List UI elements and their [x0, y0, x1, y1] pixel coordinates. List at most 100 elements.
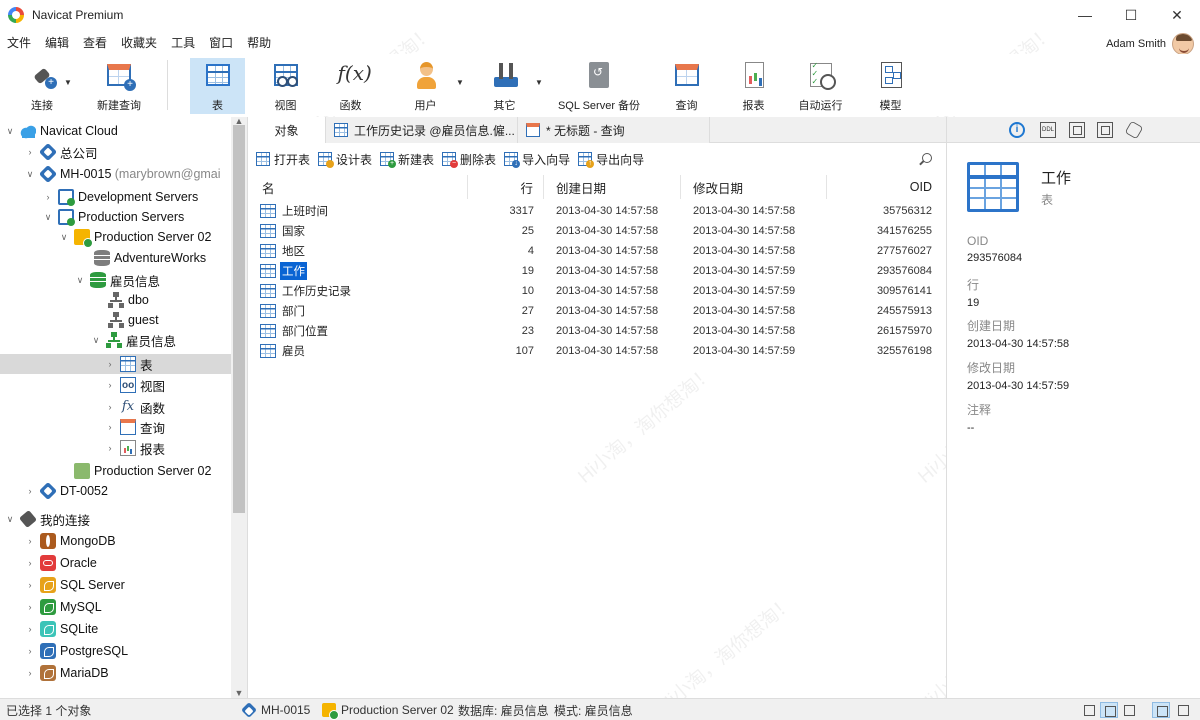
tree-item-sqlserver[interactable]: › SQL Server	[0, 575, 232, 595]
table-row[interactable]: 雇员 107 2013-04-30 14:57:58 2013-04-30 14…	[248, 341, 946, 361]
tree-item-production-servers[interactable]: ∨ Production Servers	[0, 207, 232, 227]
menu-help[interactable]: 帮助	[240, 34, 278, 51]
expand-icon[interactable]: ›	[104, 359, 116, 369]
expand-icon[interactable]: ›	[104, 402, 116, 412]
tree-item-mysql[interactable]: › MySQL	[0, 597, 232, 617]
new-table-button[interactable]: + 新建表	[380, 151, 434, 168]
table-row[interactable]: 部门位置 23 2013-04-30 14:57:58 2013-04-30 1…	[248, 321, 946, 341]
other-button[interactable]: 其它	[477, 58, 532, 114]
menu-favorites[interactable]: 收藏夹	[114, 34, 164, 51]
tree-item-reports[interactable]: › 报表	[0, 438, 232, 458]
expand-icon[interactable]: ›	[24, 668, 36, 678]
report-button[interactable]: 报表	[726, 58, 781, 114]
tab-untitled-query[interactable]: * 无标题 - 查询	[518, 117, 710, 143]
menu-window[interactable]: 窗口	[202, 34, 240, 51]
sqlserver-backup-button[interactable]: SQL Server 备份	[556, 58, 642, 114]
column-header-oid[interactable]: OID	[827, 175, 946, 199]
info-icon[interactable]: i	[1009, 122, 1025, 138]
tree-item-dbo[interactable]: dbo	[0, 290, 232, 310]
export-wizard-button[interactable]: ↑ 导出向导	[578, 151, 644, 168]
connect-button[interactable]: 连接	[12, 58, 72, 114]
column-header-modified[interactable]: 修改日期	[681, 175, 827, 199]
maximize-button[interactable]: ☐	[1108, 0, 1154, 30]
toggle-info-pane-icon[interactable]	[1174, 702, 1192, 718]
minimize-button[interactable]: —	[1062, 0, 1108, 30]
column-header-name[interactable]: 名	[248, 175, 468, 199]
delete-table-button[interactable]: − 删除表	[442, 151, 496, 168]
avatar[interactable]	[1172, 33, 1194, 55]
tree-item-head-office[interactable]: › 总公司	[0, 142, 232, 162]
tree-item-my-connections[interactable]: ∨ 我的连接	[0, 509, 232, 529]
collapse-icon[interactable]: ∨	[58, 232, 70, 243]
collapse-icon[interactable]: ∨	[42, 212, 54, 223]
menu-tools[interactable]: 工具	[164, 34, 202, 51]
close-button[interactable]: ✕	[1154, 0, 1200, 30]
view-button[interactable]: 视图	[258, 58, 313, 114]
user-dropdown-icon[interactable]: ▼	[456, 78, 464, 87]
column-header-created[interactable]: 创建日期	[544, 175, 681, 199]
tree-item-tables[interactable]: › 表	[0, 354, 232, 374]
other-dropdown-icon[interactable]: ▼	[535, 78, 543, 87]
automation-button[interactable]: 自动运行	[793, 58, 848, 114]
menu-view[interactable]: 查看	[76, 34, 114, 51]
table-row-selected[interactable]: 工作 19 2013-04-30 14:57:58 2013-04-30 14:…	[248, 261, 946, 281]
tree-item-guest[interactable]: guest	[0, 310, 232, 330]
tree-item-postgresql[interactable]: › PostgreSQL	[0, 641, 232, 661]
model-button[interactable]: 模型	[863, 58, 918, 114]
collapse-icon[interactable]: ∨	[4, 514, 16, 525]
detail-view-icon[interactable]	[1100, 702, 1118, 718]
tree-item-production-server-02[interactable]: ∨ Production Server 02	[0, 227, 232, 248]
tab-objects[interactable]: 对象	[248, 117, 326, 143]
tab-work-history[interactable]: 工作历史记录 @雇员信息.僱...	[326, 117, 518, 143]
tree-item-development-servers[interactable]: › Development Servers	[0, 187, 232, 207]
expand-icon[interactable]: ›	[24, 486, 36, 496]
scrollbar-thumb[interactable]	[233, 125, 245, 513]
table-button[interactable]: 表	[190, 58, 245, 114]
import-wizard-button[interactable]: ↓ 导入向导	[504, 151, 570, 168]
grid-view-icon[interactable]	[1120, 702, 1138, 718]
collapse-icon[interactable]: ∨	[4, 126, 16, 137]
new-query-button[interactable]: + 新建查询	[88, 58, 150, 114]
design-table-button[interactable]: 设计表	[318, 151, 372, 168]
column-header-rows[interactable]: 行	[468, 175, 544, 199]
tree-item-views[interactable]: › 视图	[0, 375, 232, 395]
tree-item-sqlite[interactable]: › SQLite	[0, 619, 232, 639]
function-button[interactable]: f(x) 函数	[323, 58, 378, 114]
expand-icon[interactable]: ›	[24, 646, 36, 656]
expand-icon[interactable]: ›	[24, 580, 36, 590]
expand-icon[interactable]: ›	[104, 380, 116, 390]
tree-item-queries[interactable]: › 查询	[0, 417, 232, 437]
tree-item-production-server-02-b[interactable]: Production Server 02	[0, 461, 232, 481]
tree-item-navicat-cloud[interactable]: ∨ Navicat Cloud	[0, 121, 232, 141]
expand-icon[interactable]: ›	[24, 536, 36, 546]
table-row[interactable]: 地区 4 2013-04-30 14:57:58 2013-04-30 14:5…	[248, 241, 946, 261]
search-icon[interactable]	[922, 153, 932, 163]
tree-item-dt-0052[interactable]: › DT-0052	[0, 481, 232, 501]
collapse-icon[interactable]: ∨	[90, 335, 102, 346]
expand-icon[interactable]: ›	[24, 624, 36, 634]
toggle-nav-pane-icon[interactable]	[1152, 702, 1170, 718]
table-row[interactable]: 部门 27 2013-04-30 14:57:58 2013-04-30 14:…	[248, 301, 946, 321]
connect-dropdown-icon[interactable]: ▼	[64, 78, 72, 87]
expand-icon[interactable]: ›	[42, 192, 54, 202]
collapse-icon[interactable]: ∨	[24, 169, 36, 180]
tree-item-employee-db[interactable]: ∨ 雇员信息	[0, 270, 232, 290]
scroll-down-icon[interactable]: ▼	[231, 688, 247, 698]
table-row[interactable]: 工作历史记录 10 2013-04-30 14:57:58 2013-04-30…	[248, 281, 946, 301]
expand-icon[interactable]: ›	[24, 602, 36, 612]
dependency-icon[interactable]	[1069, 122, 1085, 138]
tree-item-functions[interactable]: › fx 函数	[0, 397, 232, 417]
tree-item-mariadb[interactable]: › MariaDB	[0, 663, 232, 683]
table-row[interactable]: 国家 25 2013-04-30 14:57:58 2013-04-30 14:…	[248, 221, 946, 241]
navigation-scrollbar[interactable]: ▲ ▼	[231, 117, 247, 698]
query-button[interactable]: 查询	[659, 58, 714, 114]
expand-icon[interactable]: ›	[24, 558, 36, 568]
collapse-icon[interactable]: ∨	[74, 275, 86, 286]
expand-icon[interactable]: ›	[104, 422, 116, 432]
tree-item-mongodb[interactable]: › MongoDB	[0, 531, 232, 551]
table-row[interactable]: 上班时间 3317 2013-04-30 14:57:58 2013-04-30…	[248, 201, 946, 221]
relations-icon[interactable]	[1097, 122, 1113, 138]
menu-file[interactable]: 文件	[0, 34, 38, 51]
user-button[interactable]: 用户	[398, 58, 453, 114]
tree-item-adventureworks[interactable]: AdventureWorks	[0, 248, 232, 268]
